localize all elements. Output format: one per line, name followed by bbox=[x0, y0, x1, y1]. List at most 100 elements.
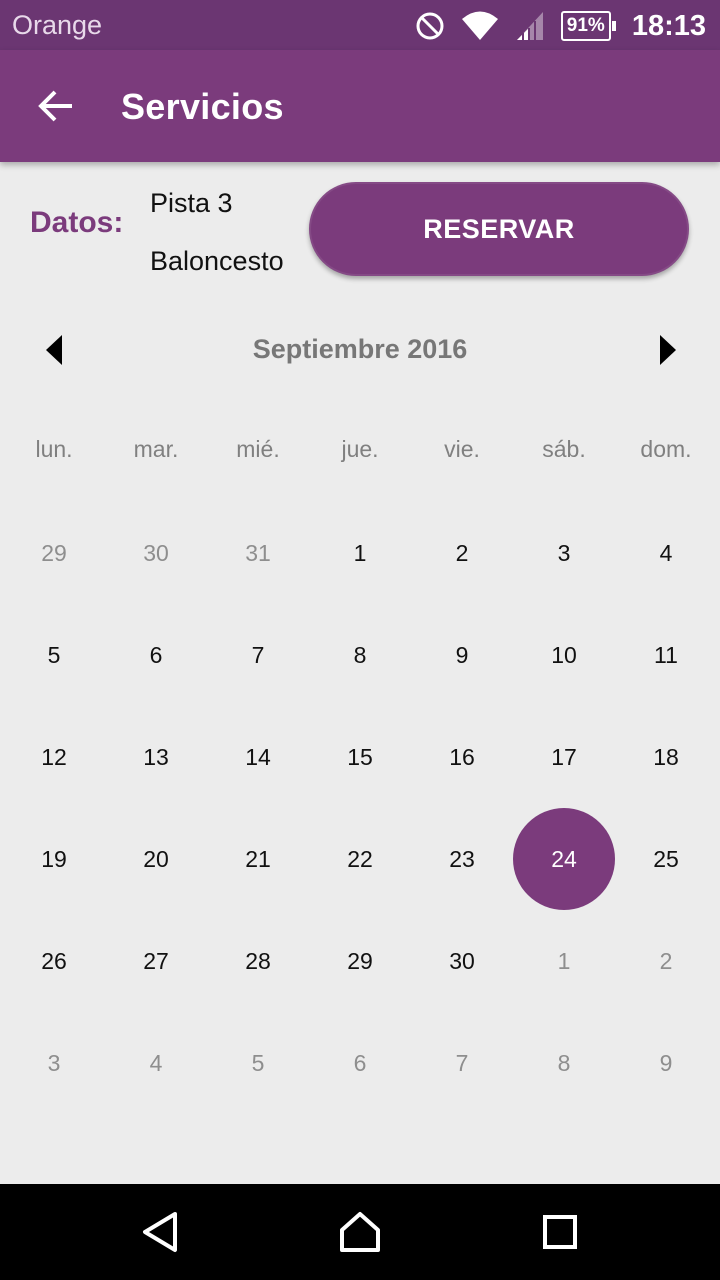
calendar-day-number: 21 bbox=[245, 845, 271, 872]
calendar-month-title: Septiembre 2016 bbox=[252, 334, 468, 364]
calendar-day-number: 9 bbox=[659, 1049, 673, 1076]
calendar-day[interactable]: 8 bbox=[309, 604, 411, 706]
calendar-day[interactable]: 2 bbox=[411, 502, 513, 604]
wifi-icon bbox=[461, 11, 498, 40]
calendar-day[interactable]: 8 bbox=[513, 1012, 615, 1114]
calendar-day[interactable]: 4 bbox=[615, 502, 717, 604]
calendar-day-number: 31 bbox=[245, 539, 271, 566]
calendar-day-number: 7 bbox=[455, 1049, 469, 1076]
calendar-day-number: 13 bbox=[143, 743, 169, 770]
calendar-day-number: 2 bbox=[659, 947, 673, 974]
calendar-day[interactable]: 12 bbox=[3, 706, 105, 808]
calendar-day[interactable]: 7 bbox=[411, 1012, 513, 1114]
calendar-day[interactable]: 23 bbox=[411, 808, 513, 910]
calendar-day[interactable]: 30 bbox=[411, 910, 513, 1012]
calendar-day-number: 27 bbox=[143, 947, 169, 974]
calendar-day[interactable]: 18 bbox=[615, 706, 717, 808]
calendar-day[interactable]: 20 bbox=[105, 808, 207, 910]
nav-recents-icon bbox=[543, 1215, 577, 1249]
calendar-day-number: 3 bbox=[557, 539, 571, 566]
calendar-day[interactable]: 9 bbox=[411, 604, 513, 706]
calendar-day[interactable]: 13 bbox=[105, 706, 207, 808]
calendar-day[interactable]: 25 bbox=[615, 808, 717, 910]
calendar-day-number: 30 bbox=[449, 947, 475, 974]
calendar-day[interactable]: 5 bbox=[207, 1012, 309, 1114]
calendar-day[interactable]: 22 bbox=[309, 808, 411, 910]
calendar-day-number: 5 bbox=[251, 1049, 265, 1076]
calendar-day-number: 24 bbox=[551, 845, 577, 872]
calendar-day-selected[interactable]: 24 bbox=[513, 808, 615, 910]
calendar-day[interactable]: 6 bbox=[309, 1012, 411, 1114]
calendar-day[interactable]: 2 bbox=[615, 910, 717, 1012]
status-icons: 91% 18:13 bbox=[415, 6, 706, 46]
calendar-day[interactable]: 1 bbox=[309, 502, 411, 604]
calendar-day[interactable]: 7 bbox=[207, 604, 309, 706]
calendar-day-number: 4 bbox=[659, 539, 673, 566]
calendar-day-number: 22 bbox=[347, 845, 373, 872]
calendar-day-number: 1 bbox=[557, 947, 571, 974]
calendar-week-row: 19 20 21 22 23 24 25 bbox=[3, 808, 717, 910]
next-month-button[interactable] bbox=[650, 330, 684, 370]
calendar-day-number: 7 bbox=[251, 641, 265, 668]
calendar-day[interactable]: 10 bbox=[513, 604, 615, 706]
calendar-day[interactable]: 9 bbox=[615, 1012, 717, 1114]
clock: 18:13 bbox=[631, 9, 706, 42]
calendar-day-number: 26 bbox=[41, 947, 67, 974]
weekday-label: mar. bbox=[133, 436, 179, 462]
calendar-day[interactable]: 14 bbox=[207, 706, 309, 808]
calendar-day-number: 29 bbox=[347, 947, 373, 974]
calendar-day[interactable]: 3 bbox=[513, 502, 615, 604]
calendar-day[interactable]: 28 bbox=[207, 910, 309, 1012]
calendar-day[interactable]: 19 bbox=[3, 808, 105, 910]
calendar-day[interactable]: 21 bbox=[207, 808, 309, 910]
calendar-grid: 29 30 31 1 2 3 4 5 6 7 8 9 10 11 12 13 14 15 16 17 18 19 20 21 2… bbox=[3, 502, 717, 1114]
calendar-day-number: 8 bbox=[353, 641, 367, 668]
calendar-day[interactable]: 26 bbox=[3, 910, 105, 1012]
battery-level: 91% bbox=[560, 11, 611, 41]
calendar-day[interactable]: 30 bbox=[105, 502, 207, 604]
reserve-button[interactable]: RESERVAR bbox=[309, 182, 689, 276]
calendar-week-row: 5 6 7 8 9 10 11 bbox=[3, 604, 717, 706]
calendar-day-number: 28 bbox=[245, 947, 271, 974]
system-nav-bar bbox=[0, 1184, 720, 1280]
triangle-left-icon bbox=[46, 335, 62, 365]
nav-home-button[interactable] bbox=[334, 1206, 386, 1258]
calendar-day[interactable]: 31 bbox=[207, 502, 309, 604]
calendar-day[interactable]: 15 bbox=[309, 706, 411, 808]
calendar-day[interactable]: 6 bbox=[105, 604, 207, 706]
back-button[interactable] bbox=[28, 78, 84, 134]
nav-back-button[interactable] bbox=[134, 1206, 186, 1258]
calendar-day-number: 23 bbox=[449, 845, 475, 872]
calendar-day[interactable]: 11 bbox=[615, 604, 717, 706]
calendar-day[interactable]: 29 bbox=[3, 502, 105, 604]
arrow-back-icon bbox=[38, 90, 72, 122]
calendar-day-number: 4 bbox=[149, 1049, 163, 1076]
nav-back-icon bbox=[143, 1212, 177, 1252]
weekday-header: lun. mar. mié. jue. vie. sáb. dom. bbox=[3, 436, 717, 463]
nav-recents-button[interactable] bbox=[534, 1206, 586, 1258]
datos-sport: Baloncesto bbox=[150, 246, 284, 276]
calendar-day[interactable]: 17 bbox=[513, 706, 615, 808]
calendar-day-number: 20 bbox=[143, 845, 169, 872]
calendar-day[interactable]: 16 bbox=[411, 706, 513, 808]
calendar-day[interactable]: 3 bbox=[3, 1012, 105, 1114]
calendar-day[interactable]: 4 bbox=[105, 1012, 207, 1114]
calendar-day-number: 15 bbox=[347, 743, 373, 770]
screen: Orange 91% 18:13 Servicios Datos: Pista … bbox=[0, 0, 720, 1280]
previous-month-button[interactable] bbox=[38, 330, 72, 370]
calendar-day[interactable]: 27 bbox=[105, 910, 207, 1012]
calendar-day[interactable]: 29 bbox=[309, 910, 411, 1012]
weekday-label: lun. bbox=[35, 436, 73, 462]
calendar-day-number: 19 bbox=[41, 845, 67, 872]
calendar-day-number: 11 bbox=[654, 641, 678, 668]
battery-icon: 91% bbox=[560, 11, 616, 41]
calendar-day-number: 30 bbox=[143, 539, 169, 566]
calendar-day-number: 6 bbox=[353, 1049, 367, 1076]
battery-tip bbox=[611, 21, 616, 31]
page-title: Servicios bbox=[121, 86, 284, 127]
calendar-day[interactable]: 1 bbox=[513, 910, 615, 1012]
calendar-day-number: 1 bbox=[353, 539, 367, 566]
calendar-day[interactable]: 5 bbox=[3, 604, 105, 706]
weekday-label: jue. bbox=[341, 436, 379, 462]
calendar-week-row: 3 4 5 6 7 8 9 bbox=[3, 1012, 717, 1114]
